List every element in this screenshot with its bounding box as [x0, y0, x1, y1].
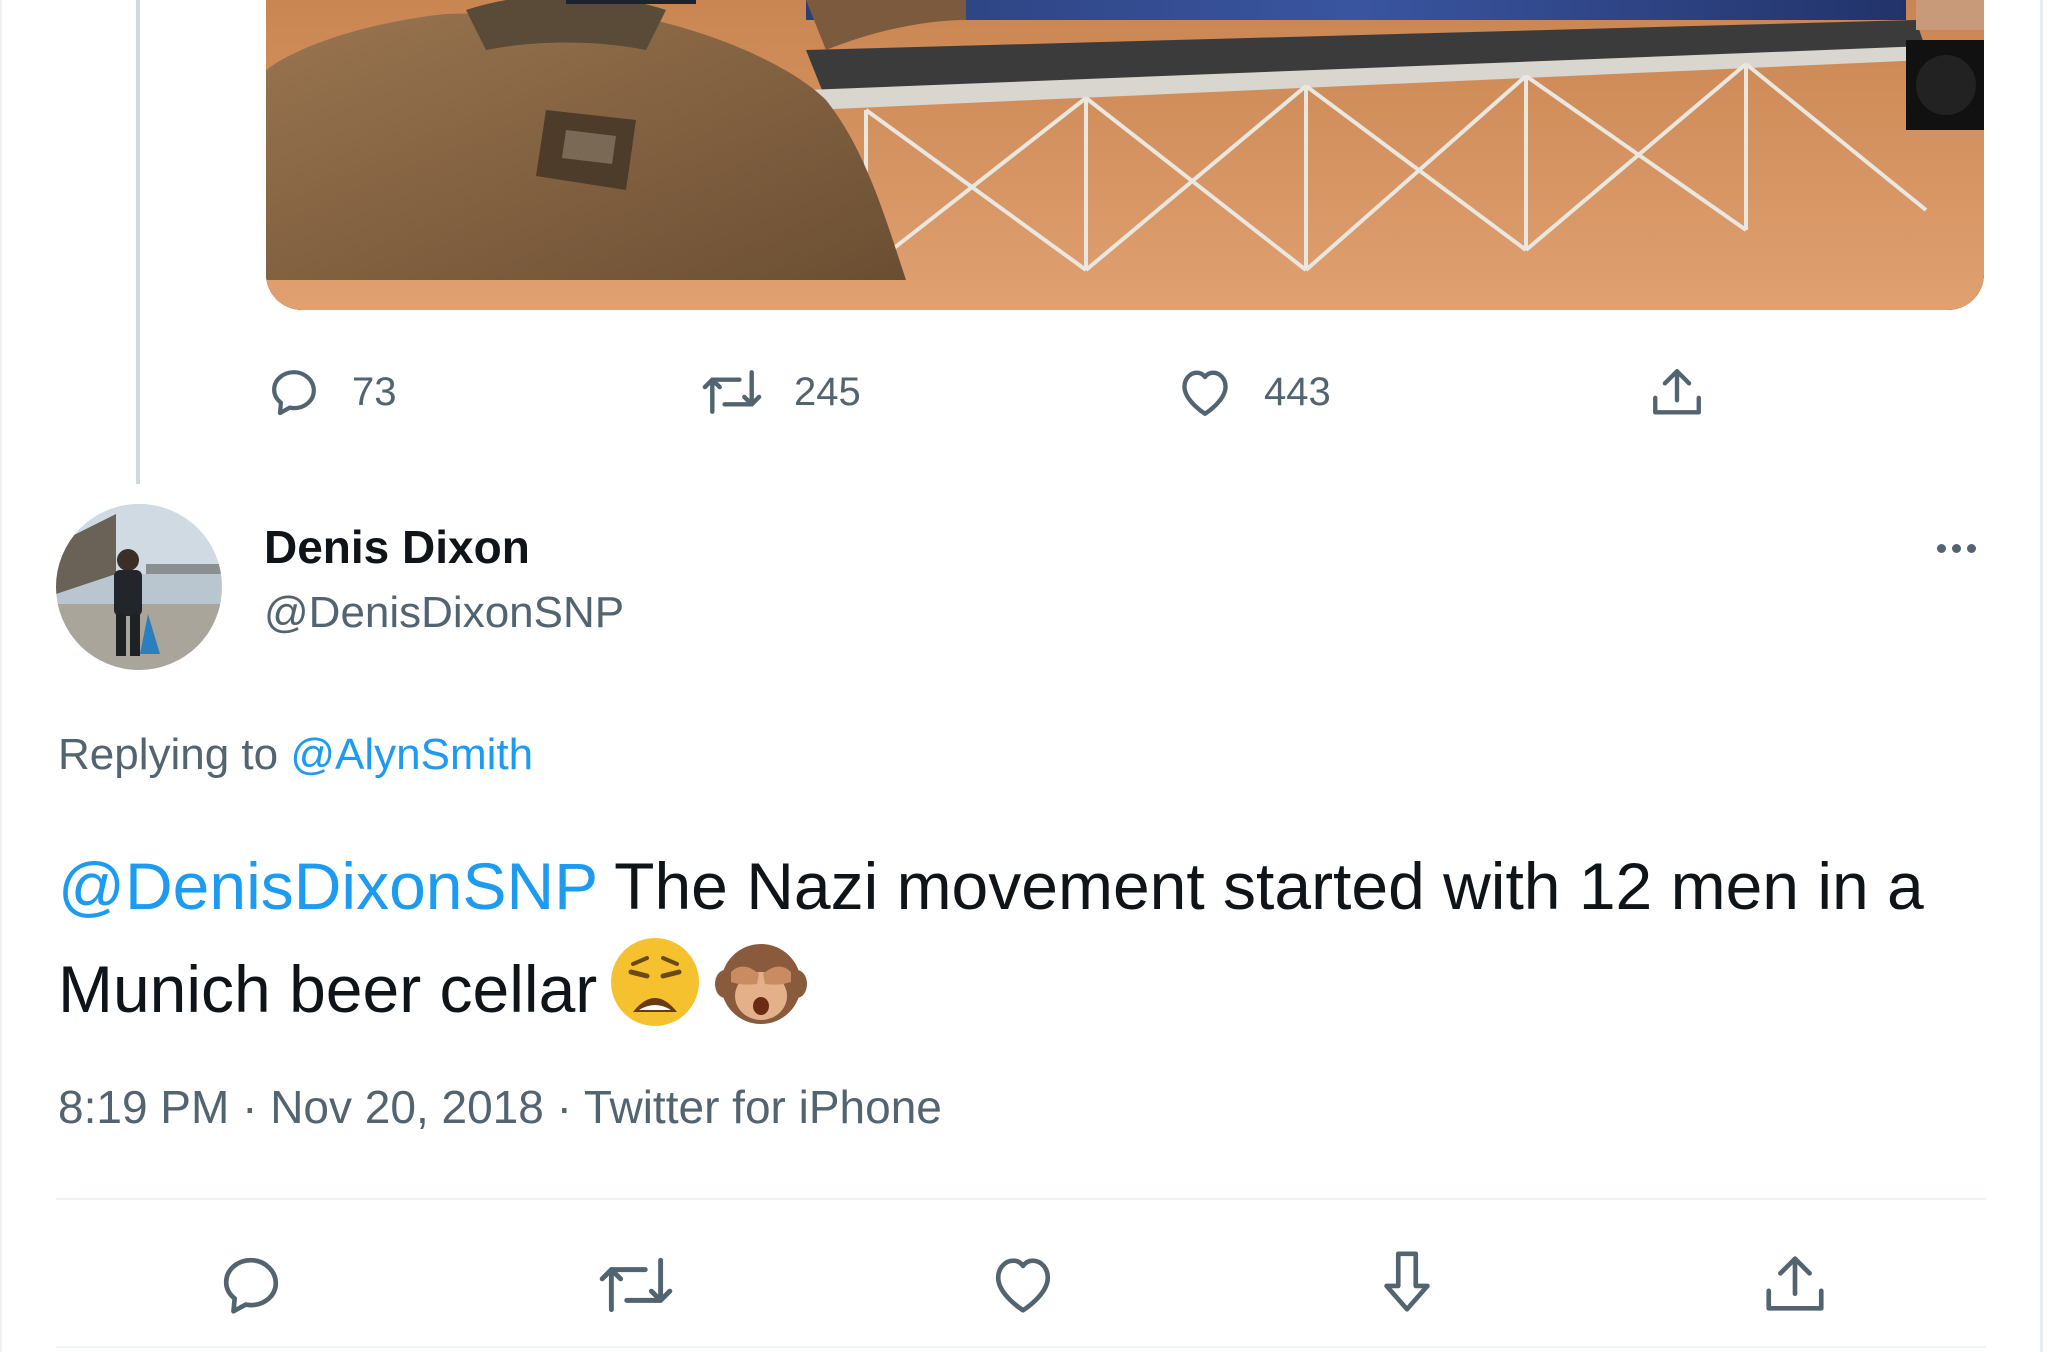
column-border-left — [0, 0, 2, 1352]
tweet-source: Twitter for iPhone — [583, 1081, 942, 1133]
thread-connector-line — [136, 0, 140, 484]
more-icon — [1936, 543, 1946, 553]
tweet-media-photo[interactable] — [266, 0, 1984, 310]
reply-button[interactable] — [216, 1250, 286, 1320]
parent-reply-count: 73 — [352, 369, 397, 414]
share-icon — [1766, 1256, 1824, 1311]
weary-face-emoji-icon — [607, 934, 703, 1055]
retweet-icon — [702, 370, 762, 414]
tweet-metadata: 8:19 PM · Nov 20, 2018 · Twitter for iPh… — [58, 1080, 942, 1134]
share-button[interactable] — [1760, 1250, 1830, 1320]
replying-to-line: Replying to @AlynSmith — [58, 730, 533, 780]
heart-icon — [995, 1258, 1051, 1313]
author-handle[interactable]: @DenisDixonSNP — [264, 588, 624, 638]
author-display-name[interactable]: Denis Dixon — [264, 520, 530, 574]
see-no-evil-monkey-emoji-icon — [713, 934, 809, 1055]
more-options-button[interactable] — [1926, 528, 1986, 568]
author-avatar[interactable] — [56, 504, 222, 670]
like-button[interactable] — [988, 1250, 1058, 1318]
parent-reply-button[interactable]: 73 — [266, 364, 397, 420]
meta-separator-2: · — [543, 1081, 584, 1133]
share-icon — [1653, 369, 1701, 415]
tweet-mention-link[interactable]: @DenisDixonSNP — [58, 849, 597, 923]
parent-retweet-button[interactable]: 245 — [700, 364, 861, 420]
reply-icon — [272, 370, 316, 416]
divider-bottom — [56, 1346, 1986, 1348]
parent-like-count: 443 — [1264, 369, 1331, 414]
retweet-button[interactable] — [596, 1250, 676, 1320]
parent-retweet-count: 245 — [794, 369, 861, 414]
meta-separator-1: · — [229, 1081, 271, 1133]
parent-like-button[interactable]: 443 — [1176, 364, 1331, 420]
reply-icon — [223, 1257, 279, 1314]
bookmark-button[interactable] — [1374, 1248, 1440, 1318]
bookmark-download-icon — [1384, 1251, 1430, 1312]
retweet-icon — [599, 1257, 673, 1313]
tweet-time[interactable]: 8:19 PM — [58, 1081, 229, 1133]
tweet-date[interactable]: Nov 20, 2018 — [270, 1081, 544, 1133]
tweet-text: @DenisDixonSNP The Nazi movement started… — [58, 838, 1958, 1055]
heart-icon — [1182, 370, 1228, 416]
column-border-right — [2040, 0, 2043, 1352]
replying-to-prefix: Replying to — [58, 730, 279, 779]
divider — [56, 1198, 1986, 1200]
replying-to-handle-link[interactable]: @AlynSmith — [290, 730, 533, 779]
parent-share-button[interactable] — [1648, 364, 1706, 422]
